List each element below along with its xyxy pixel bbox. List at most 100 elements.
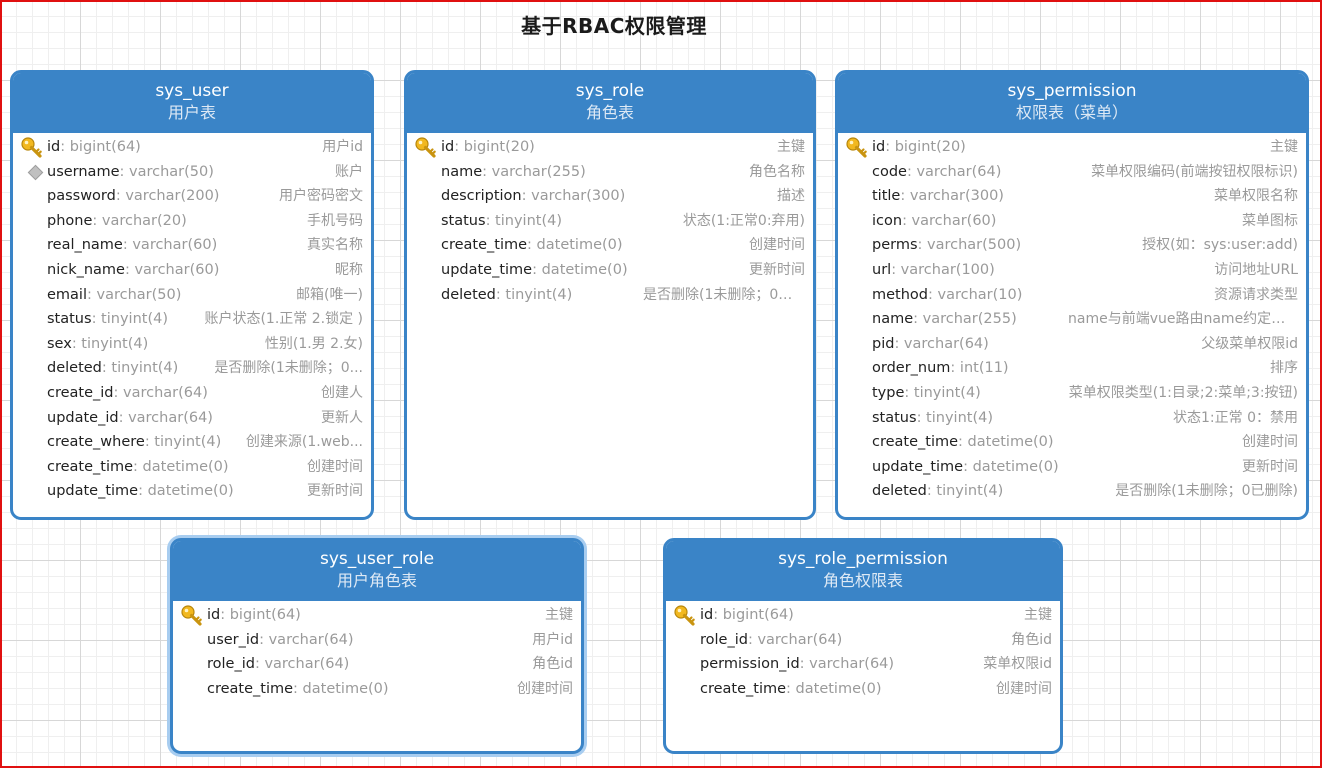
field-name: id <box>441 139 455 155</box>
table-sys-user-role[interactable]: sys_user_role 用户角色表 id: bigint(64) 主键 user… <box>170 538 584 754</box>
field-name: deleted <box>872 483 927 500</box>
field-icon-slot <box>20 258 46 282</box>
field-row-id[interactable]: id: bigint(64) 主键 <box>173 603 581 628</box>
field-icon-slot <box>845 430 871 454</box>
field-type: : datetime(0) <box>958 434 1054 451</box>
field-definition: create_time: datetime(0) <box>207 677 389 702</box>
table-sys-permission[interactable]: sys_permission 权限表（菜单） id: bigint(20) 主键 c… <box>835 70 1309 520</box>
table-sys-role-permission[interactable]: sys_role_permission 角色权限表 id: bigint(64)… <box>663 538 1063 754</box>
field-row-create-time[interactable]: create_time: datetime(0) 创建时间 <box>407 233 813 258</box>
field-icon-slot <box>20 332 46 356</box>
field-list: id: bigint(20) 主键 name: varchar(255) 角色名称 de… <box>407 133 813 307</box>
field-name: create_time <box>441 237 528 254</box>
field-type: : tinyint(4) <box>485 212 562 229</box>
field-comment: 账户 <box>335 163 363 180</box>
field-row-deleted[interactable]: deleted: tinyint(4) 是否删除(1未删除；0... <box>13 356 371 381</box>
field-name: deleted <box>441 286 496 303</box>
field-comment: 状态1:正常 0：禁用 <box>1173 409 1298 426</box>
field-name: status <box>47 311 92 328</box>
field-row-id[interactable]: id: bigint(20) 主键 <box>838 135 1306 160</box>
table-header[interactable]: sys_permission 权限表（菜单） <box>838 73 1306 133</box>
field-row-title[interactable]: title: varchar(300) 菜单权限名称 <box>838 184 1306 209</box>
field-row-order-num[interactable]: order_num: int(11) 排序 <box>838 356 1306 381</box>
table-name: sys_permission <box>1007 81 1137 101</box>
field-row-password[interactable]: password: varchar(200) 用户密码密文 <box>13 184 371 209</box>
field-row-phone[interactable]: phone: varchar(20) 手机号码 <box>13 209 371 234</box>
field-type: : varchar(50) <box>87 286 182 303</box>
field-row-email[interactable]: email: varchar(50) 邮箱(唯一) <box>13 283 371 308</box>
table-header[interactable]: sys_user_role 用户角色表 <box>173 541 581 601</box>
field-comment: 用户id <box>322 139 363 155</box>
field-icon-slot <box>845 356 871 380</box>
field-type: : varchar(300) <box>521 188 626 205</box>
field-definition: sex: tinyint(4) <box>47 332 148 357</box>
field-row-update-time[interactable]: update_time: datetime(0) 更新时间 <box>407 258 813 283</box>
field-row-sex[interactable]: sex: tinyint(4) 性别(1.男 2.女) <box>13 332 371 357</box>
field-type: : varchar(60) <box>122 237 218 254</box>
field-icon-slot <box>673 652 699 676</box>
field-type: : datetime(0) <box>138 483 234 500</box>
field-row-update-time[interactable]: update_time: datetime(0) 更新时间 <box>13 479 371 504</box>
field-row-status[interactable]: status: tinyint(4) 状态1:正常 0：禁用 <box>838 406 1306 431</box>
field-row-icon[interactable]: icon: varchar(60) 菜单图标 <box>838 209 1306 234</box>
field-row-real-name[interactable]: real_name: varchar(60) 真实名称 <box>13 233 371 258</box>
field-row-create-id[interactable]: create_id: varchar(64) 创建人 <box>13 381 371 406</box>
field-row-update-id[interactable]: update_id: varchar(64) 更新人 <box>13 406 371 431</box>
field-row-name[interactable]: name: varchar(255) name与前端vue路由name约定一致 <box>838 307 1306 332</box>
field-comment: 创建时间 <box>749 237 805 254</box>
field-row-create-where[interactable]: create_where: tinyint(4) 创建来源(1.web... <box>13 430 371 455</box>
field-type: : varchar(64) <box>254 656 350 673</box>
field-definition: update_time: datetime(0) <box>47 479 234 504</box>
field-icon-slot <box>20 233 46 257</box>
field-row-status[interactable]: status: tinyint(4) 状态(1:正常0:弃用) <box>407 209 813 234</box>
field-row-user-id[interactable]: user_id: varchar(64) 用户id <box>173 628 581 653</box>
field-row-username[interactable]: username: varchar(50) 账户 <box>13 160 371 185</box>
field-definition: role_id: varchar(64) <box>700 628 842 653</box>
field-name: perms <box>872 237 918 254</box>
field-row-role-id[interactable]: role_id: varchar(64) 角色id <box>173 652 581 677</box>
field-row-create-time[interactable]: create_time: datetime(0) 创建时间 <box>173 677 581 702</box>
field-icon-slot <box>845 233 871 257</box>
field-definition: username: varchar(50) <box>47 160 214 185</box>
field-row-permission-id[interactable]: permission_id: varchar(64) 菜单权限id <box>666 652 1060 677</box>
field-comment: 更新时间 <box>749 261 805 278</box>
field-type: : varchar(100) <box>891 261 995 278</box>
field-comment: 排序 <box>1270 360 1298 377</box>
field-row-status[interactable]: status: tinyint(4) 账户状态(1.正常 2.锁定 ) <box>13 307 371 332</box>
field-list: id: bigint(64) 主键 role_id: varchar(64) 角色id… <box>666 601 1060 701</box>
field-row-id[interactable]: id: bigint(64) 主键 <box>666 603 1060 628</box>
field-row-create-time[interactable]: create_time: datetime(0) 创建时间 <box>838 430 1306 455</box>
field-row-role-id[interactable]: role_id: varchar(64) 角色id <box>666 628 1060 653</box>
field-row-url[interactable]: url: varchar(100) 访问地址URL <box>838 258 1306 283</box>
field-row-deleted[interactable]: deleted: tinyint(4) 是否删除(1未删除；0已删除) <box>407 283 813 308</box>
table-sys-user[interactable]: sys_user 用户表 id: bigint(64) 用户id username:… <box>10 70 374 520</box>
field-comment: 用户密码密文 <box>279 188 363 205</box>
table-header[interactable]: sys_user 用户表 <box>13 73 371 133</box>
field-icon-slot <box>845 479 871 503</box>
field-name: title <box>872 188 901 205</box>
field-definition: code: varchar(64) <box>872 160 1001 185</box>
field-row-nick-name[interactable]: nick_name: varchar(60) 昵称 <box>13 258 371 283</box>
field-row-method[interactable]: method: varchar(10) 资源请求类型 <box>838 283 1306 308</box>
field-row-id[interactable]: id: bigint(20) 主键 <box>407 135 813 160</box>
table-sys-role[interactable]: sys_role 角色表 id: bigint(20) 主键 name: varch… <box>404 70 816 520</box>
field-icon-slot <box>180 628 206 652</box>
field-definition: status: tinyint(4) <box>441 209 562 234</box>
field-comment: 描述 <box>777 188 805 205</box>
field-icon-slot <box>845 332 871 356</box>
field-row-create-time[interactable]: create_time: datetime(0) 创建时间 <box>666 677 1060 702</box>
field-row-perms[interactable]: perms: varchar(500) 授权(如：sys:user:add) <box>838 233 1306 258</box>
table-header[interactable]: sys_role_permission 角色权限表 <box>666 541 1060 601</box>
table-header[interactable]: sys_role 角色表 <box>407 73 813 133</box>
field-comment: 创建时间 <box>996 680 1052 697</box>
field-row-type[interactable]: type: tinyint(4) 菜单权限类型(1:目录;2:菜单;3:按钮) <box>838 381 1306 406</box>
field-row-update-time[interactable]: update_time: datetime(0) 更新时间 <box>838 455 1306 480</box>
field-row-id[interactable]: id: bigint(64) 用户id <box>13 135 371 160</box>
field-row-pid[interactable]: pid: varchar(64) 父级菜单权限id <box>838 332 1306 357</box>
table-comment: 角色表 <box>585 103 634 122</box>
field-row-create-time[interactable]: create_time: datetime(0) 创建时间 <box>13 455 371 480</box>
field-row-deleted[interactable]: deleted: tinyint(4) 是否删除(1未删除；0已删除) <box>838 479 1306 504</box>
field-row-description[interactable]: description: varchar(300) 描述 <box>407 184 813 209</box>
field-row-code[interactable]: code: varchar(64) 菜单权限编码(前端按钮权限标识) <box>838 160 1306 185</box>
field-row-name[interactable]: name: varchar(255) 角色名称 <box>407 160 813 185</box>
